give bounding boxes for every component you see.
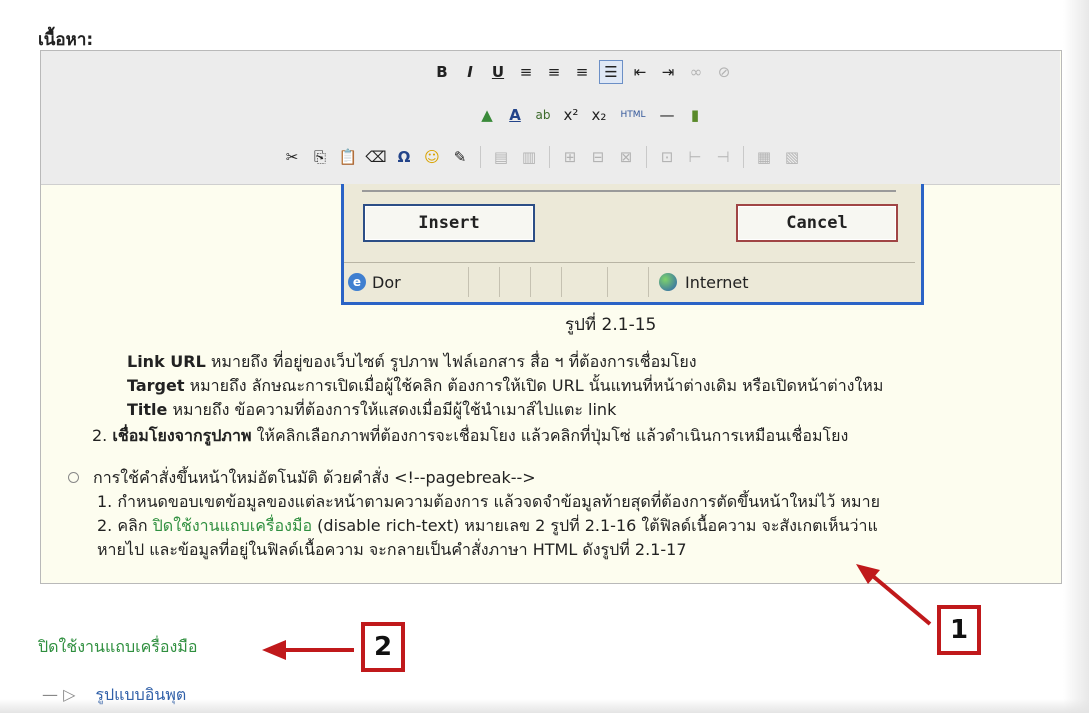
internet-globe-icon (659, 273, 677, 291)
step-2-link[interactable]: ปิดใช้งานแถบเครื่องมือ (153, 516, 312, 535)
col-after-icon[interactable]: ⊢ (684, 146, 706, 168)
item-number: 2. (92, 426, 113, 445)
toolbar-separator (480, 146, 481, 168)
paste-icon[interactable]: 📋 (337, 146, 359, 168)
torn-edge-shadow (1063, 0, 1089, 713)
disable-toolbar-link[interactable]: ปิดใช้งานแถบเครื่องมือ (38, 635, 197, 660)
desc-image-link: ให้คลิกเลือกภาพที่ต้องการจะเชื่อมโยง แล้… (251, 426, 849, 445)
image-icon[interactable]: ▲ (476, 104, 498, 126)
special-character-icon[interactable]: Ω (393, 146, 415, 168)
status-left-cell: e Dor (344, 267, 469, 297)
callout-marker-2: 2 (361, 622, 405, 672)
emoticon-icon[interactable]: ☺ (421, 146, 443, 168)
copy-icon[interactable]: ⎘ (309, 146, 331, 168)
delete-row-icon[interactable]: ⊠ (615, 146, 637, 168)
body-line-4: 2. เชื่อมโยงจากรูปภาพ ให้คลิกเลือกภาพที่… (92, 424, 848, 449)
term-target: Target (127, 376, 185, 395)
table-icon[interactable]: ▤ (490, 146, 512, 168)
indent-icon[interactable]: ⇥ (657, 61, 679, 83)
row-after-icon[interactable]: ⊟ (587, 146, 609, 168)
unlink-icon[interactable]: ⊘ (713, 61, 735, 83)
table-props-icon[interactable]: ▥ (518, 146, 540, 168)
edit-icon[interactable]: ✎ (449, 146, 471, 168)
bold-icon[interactable]: B (431, 61, 453, 83)
arrow-2-icon (262, 640, 354, 660)
body-line-3: Title หมายถึง ข้อความที่ต้องการให้แสดงเม… (127, 398, 616, 423)
highlight-color-icon[interactable]: ab (532, 104, 554, 126)
link-icon[interactable]: ∞ (685, 61, 707, 83)
eraser-icon[interactable]: ⌫ (365, 146, 387, 168)
status-zone: Internet (649, 273, 749, 292)
desc-link-url: หมายถึง ที่อยู่ของเว็บไซต์ รูปภาพ ไฟล์เอ… (205, 352, 697, 371)
desc-title: หมายถึง ข้อความที่ต้องการให้แสดงเมื่อมีผ… (167, 400, 617, 419)
split-cells-icon[interactable]: ▦ (753, 146, 775, 168)
align-left-icon[interactable]: ≡ (515, 61, 537, 83)
italic-icon[interactable]: I (459, 61, 481, 83)
status-cell (608, 267, 649, 297)
merge-cells-icon[interactable]: ▧ (781, 146, 803, 168)
row-before-icon[interactable]: ⊞ (559, 146, 581, 168)
step-2-cont: หายไป และข้อมูลที่อยู่ในฟิลด์เนื้อความ จ… (97, 540, 687, 559)
zone-text: Internet (685, 272, 749, 292)
toolbar-separator (549, 146, 550, 168)
subscript-icon[interactable]: x₂ (588, 104, 610, 126)
dialog-field-edge (362, 190, 896, 192)
html-icon[interactable]: HTML (616, 104, 650, 126)
status-cell (500, 267, 531, 297)
ie-page-icon: e (348, 273, 366, 291)
superscript-icon[interactable]: x² (560, 104, 582, 126)
body-line-2: Target หมายถึง ลักษณะการเปิดเมื่อผู้ใช้ค… (127, 374, 883, 399)
horizontal-rule-icon[interactable]: — (656, 104, 678, 126)
toolbar-row-3: ✂ ⎘ 📋 ⌫ Ω ☺ ✎ ▤ ▥ ⊞ ⊟ ⊠ ⊡ ⊢ ⊣ ▦ ▧ (278, 146, 806, 168)
step-2: 2. คลิก ปิดใช้งานแถบเครื่องมือ (disable … (97, 514, 878, 539)
bullet-pagebreak: การใช้คำสั่งขึ้นหน้าใหม่อัตโนมัติ ด้วยคำ… (68, 466, 536, 491)
step-2-text: (disable rich-text) หมายเลข 2 รูปที่ 2.1… (312, 516, 878, 535)
status-cell (469, 267, 500, 297)
toolbar-row-1: B I U ≡ ≡ ≡ ☰ ⇤ ⇥ ∞ ⊘ (428, 60, 738, 84)
term-image-link: เชื่อมโยงจากรูปภาพ (112, 426, 252, 445)
insert-button[interactable]: Insert (363, 204, 535, 242)
status-cell (531, 267, 562, 297)
align-center-icon[interactable]: ≡ (543, 61, 565, 83)
bullet-list-icon[interactable]: ☰ (599, 60, 623, 84)
content-label: เนื้อหา: (38, 30, 94, 50)
toolbar-row-2: ▲ A ab x² x₂ HTML — ▮ (473, 104, 709, 126)
align-right-icon[interactable]: ≡ (571, 61, 593, 83)
arrow-1-icon (856, 564, 932, 626)
status-cell (562, 267, 608, 297)
body-line-1: Link URL หมายถึง ที่อยู่ของเว็บไซต์ รูปภ… (127, 350, 697, 375)
term-title: Title (127, 400, 168, 419)
col-before-icon[interactable]: ⊡ (656, 146, 678, 168)
cut-icon[interactable]: ✂ (281, 146, 303, 168)
media-icon[interactable]: ▮ (684, 104, 706, 126)
term-link-url: Link URL (127, 352, 206, 371)
callout-marker-1: 1 (937, 605, 981, 655)
outdent-icon[interactable]: ⇤ (629, 61, 651, 83)
toolbar-separator (646, 146, 647, 168)
figure-caption: รูปที่ 2.1-15 (565, 315, 657, 335)
status-text: Dor (372, 272, 401, 292)
desc-target: หมายถึง ลักษณะการเปิดเมื่อผู้ใช้คลิก ต้อ… (184, 376, 884, 395)
text-color-icon[interactable]: A (504, 104, 526, 126)
toolbar-separator (743, 146, 744, 168)
underline-icon[interactable]: U (487, 61, 509, 83)
delete-col-icon[interactable]: ⊣ (712, 146, 734, 168)
torn-edge-bottom (0, 699, 1089, 713)
cancel-button[interactable]: Cancel (736, 204, 898, 242)
step-2-prefix: 2. คลิก (97, 516, 153, 535)
bullet-text: การใช้คำสั่งขึ้นหน้าใหม่อัตโนมัติ ด้วยคำ… (93, 468, 536, 487)
step-1: 1. กำหนดขอบเขตข้อมูลของแต่ละหน้าตามความต… (97, 492, 880, 511)
bullet-circle-icon (68, 472, 79, 483)
browser-status-bar: e Dor Internet (344, 262, 915, 301)
